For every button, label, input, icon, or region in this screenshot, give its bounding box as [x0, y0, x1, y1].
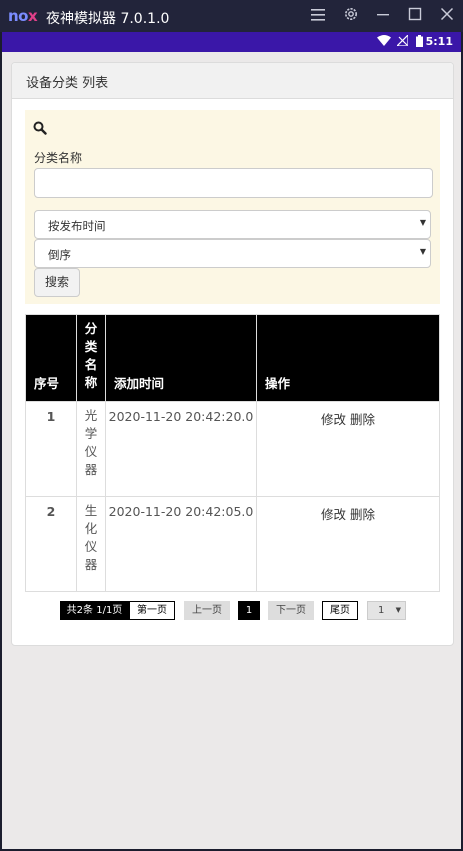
android-statusbar: 5:11 [2, 32, 461, 52]
first-page-button[interactable]: 第一页 [129, 601, 175, 620]
wifi-icon [377, 35, 391, 49]
row-index: 2 [25, 496, 77, 592]
edit-link[interactable]: 修改 [321, 412, 346, 427]
column-header-added-time: 添加时间 [105, 314, 257, 402]
category-name-label: 分类名称 [34, 151, 83, 165]
list-panel: 设备分类 列表 分类名称 按发布时间 ▼ 倒序 ▼ 搜索 序号 分类名称 添加时… [11, 62, 454, 646]
window-titlebar: nox 夜神模拟器 7.0.1.0 [0, 0, 463, 32]
chevron-down-icon: ▼ [419, 247, 426, 256]
sort-by-value: 按发布时间 [48, 219, 106, 233]
search-form: 分类名称 按发布时间 ▼ 倒序 ▼ 搜索 [25, 110, 440, 304]
status-time: 5:11 [425, 35, 453, 48]
category-name-input[interactable] [34, 168, 433, 198]
chevron-down-icon: ▼ [419, 218, 426, 227]
table-row: 2 生化仪器 2020-11-20 20:42:05.0 修改 删除 [25, 496, 440, 592]
column-header-name: 分类名称 [76, 314, 106, 402]
row-category-name: 光学仪器 [76, 401, 106, 497]
row-added-time: 2020-11-20 20:42:05.0 [105, 496, 257, 592]
search-icon [33, 120, 47, 135]
delete-link[interactable]: 删除 [350, 412, 375, 427]
minimize-icon[interactable] [373, 6, 393, 26]
edit-link[interactable]: 修改 [321, 507, 346, 522]
app-screen: 设备分类 列表 分类名称 按发布时间 ▼ 倒序 ▼ 搜索 序号 分类名称 添加时… [2, 52, 461, 849]
no-signal-icon [395, 33, 409, 49]
current-page[interactable]: 1 [238, 601, 260, 620]
panel-header: 设备分类 列表 [12, 63, 453, 99]
order-select[interactable]: 倒序 ▼ [34, 239, 431, 268]
delete-link[interactable]: 删除 [350, 507, 375, 522]
page-jump-value: 1 [378, 605, 385, 616]
row-actions: 修改 删除 [256, 401, 440, 497]
menu-icon[interactable] [308, 6, 328, 26]
app-title: 夜神模拟器 7.0.1.0 [46, 11, 170, 27]
column-header-actions: 操作 [256, 314, 440, 402]
search-button[interactable]: 搜索 [34, 268, 80, 297]
column-header-index: 序号 [25, 314, 77, 402]
table-row: 1 光学仪器 2020-11-20 20:42:20.0 修改 删除 [25, 401, 440, 497]
order-value: 倒序 [48, 248, 71, 262]
last-page-button[interactable]: 尾页 [322, 601, 358, 620]
maximize-icon[interactable] [405, 6, 425, 26]
row-added-time: 2020-11-20 20:42:20.0 [105, 401, 257, 497]
close-icon[interactable] [437, 6, 457, 26]
pagination-summary: 共2条 1/1页 [60, 601, 129, 620]
row-actions: 修改 删除 [256, 496, 440, 592]
prev-page-button[interactable]: 上一页 [184, 601, 230, 620]
row-category-name: 生化仪器 [76, 496, 106, 592]
battery-icon [416, 35, 423, 50]
nox-logo: nox [8, 7, 38, 25]
table-header-row: 序号 分类名称 添加时间 操作 [25, 314, 440, 402]
sort-by-select[interactable]: 按发布时间 ▼ [34, 210, 431, 239]
panel-title: 设备分类 列表 [26, 76, 109, 91]
page-jump-select[interactable]: 1 ▼ [367, 601, 406, 620]
chevron-down-icon: ▼ [395, 606, 401, 614]
row-index: 1 [25, 401, 77, 497]
next-page-button[interactable]: 下一页 [268, 601, 314, 620]
gear-icon[interactable] [341, 6, 361, 26]
category-table: 序号 分类名称 添加时间 操作 1 光学仪器 2020-11-20 20:42:… [25, 314, 440, 592]
